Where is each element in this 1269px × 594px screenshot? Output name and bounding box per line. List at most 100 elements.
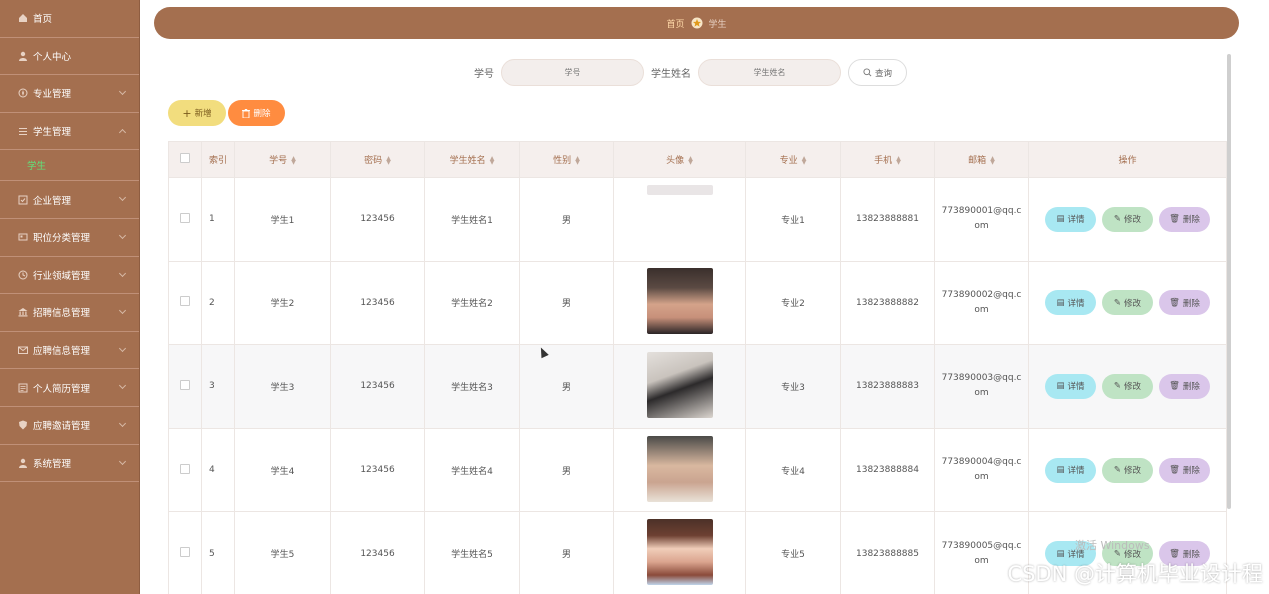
- document-icon: ▤: [1056, 297, 1065, 308]
- gender-cell: 男: [519, 344, 614, 429]
- mail-icon: [17, 345, 28, 356]
- chevron-down-icon: [118, 382, 127, 390]
- column-header[interactable]: 性别 ▲ ▼: [519, 141, 614, 178]
- edit-button[interactable]: ✎ 修改: [1102, 457, 1153, 483]
- delete-button[interactable]: 🗑 删除: [1159, 290, 1210, 316]
- detail-button[interactable]: ▤ 详情: [1045, 290, 1096, 316]
- sidebar-item-student[interactable]: 学生管理: [0, 113, 139, 151]
- student-no-cell: 学生3: [234, 344, 331, 429]
- name-cell: 学生姓名4: [424, 427, 520, 513]
- gender-cell: 男: [519, 427, 614, 513]
- add-button[interactable]: + 新增: [168, 100, 226, 126]
- column-header[interactable]: 密码 ▲ ▼: [330, 141, 425, 178]
- sidebar-item-job-category[interactable]: 职位分类管理: [0, 219, 139, 257]
- bank-icon: [17, 307, 28, 318]
- detail-button[interactable]: ▤ 详情: [1045, 206, 1096, 232]
- sidebar-item-home[interactable]: 首页: [0, 0, 139, 38]
- trash-icon: 🗑: [1169, 297, 1180, 308]
- trash-icon: 🗑: [1169, 381, 1180, 392]
- detail-button[interactable]: ▤ 详情: [1045, 373, 1096, 399]
- sidebar-subitem-student[interactable]: 学生: [0, 150, 139, 182]
- sort-icon[interactable]: ▲ ▼: [802, 155, 807, 165]
- column-header[interactable]: 头像 ▲ ▼: [613, 141, 746, 178]
- sidebar-item-system[interactable]: 系统管理: [0, 445, 139, 483]
- chevron-down-icon: [118, 269, 127, 277]
- edit-button[interactable]: ✎ 修改: [1102, 290, 1153, 316]
- avatar[interactable]: [646, 435, 713, 502]
- student-name-label: 学生姓名: [651, 69, 691, 80]
- sort-icon[interactable]: ▲ ▼: [575, 155, 580, 165]
- index-cell: 4: [201, 427, 235, 513]
- avatar-cell: [613, 427, 746, 513]
- sidebar-item-invitation[interactable]: 应聘邀请管理: [0, 407, 139, 445]
- scrollbar[interactable]: [1227, 54, 1231, 509]
- sidebar-item-label: 职位分类管理: [33, 233, 91, 245]
- phone-cell: 13823888882: [840, 260, 935, 346]
- breadcrumb-home[interactable]: 首页: [666, 17, 684, 30]
- edit-button[interactable]: ✎ 修改: [1102, 373, 1153, 399]
- sort-icon[interactable]: ▲ ▼: [896, 155, 901, 165]
- select-all-checkbox[interactable]: [180, 153, 190, 163]
- row-checkbox[interactable]: [180, 296, 190, 307]
- student-no-input[interactable]: [501, 59, 644, 86]
- query-button[interactable]: 查询: [848, 59, 907, 86]
- password-cell: 123456: [330, 427, 425, 513]
- chevron-down-icon: [118, 307, 127, 315]
- edit-button[interactable]: ✎ 修改: [1102, 206, 1153, 232]
- delete-button[interactable]: 🗑 删除: [1159, 373, 1210, 399]
- student-name-input[interactable]: [698, 59, 841, 86]
- avatar[interactable]: [646, 351, 713, 418]
- index-cell: 2: [201, 260, 235, 346]
- query-button-label: 查询: [874, 68, 892, 79]
- email-cell: 773890002@qq.c om: [934, 260, 1029, 346]
- row-checkbox[interactable]: [180, 547, 190, 558]
- card-icon: [17, 232, 28, 243]
- sort-icon[interactable]: ▲ ▼: [291, 155, 296, 165]
- column-header[interactable]: 专业 ▲ ▼: [745, 141, 841, 178]
- sort-icon[interactable]: ▲ ▼: [990, 155, 995, 165]
- student-no-cell: 学生2: [234, 260, 331, 346]
- sort-icon[interactable]: ▲ ▼: [490, 155, 495, 165]
- column-header[interactable]: 邮箱 ▲ ▼: [934, 141, 1029, 178]
- row-checkbox[interactable]: [180, 463, 190, 474]
- document-icon: ▤: [1056, 381, 1065, 392]
- student-no-label: 学号: [474, 69, 494, 80]
- sidebar-item-application[interactable]: 应聘信息管理: [0, 332, 139, 370]
- column-header[interactable]: 学号 ▲ ▼: [234, 141, 331, 178]
- chevron-down-icon: [118, 419, 127, 427]
- column-header[interactable]: 手机 ▲ ▼: [840, 141, 935, 178]
- trash-icon: [242, 108, 251, 118]
- delete-button[interactable]: 🗑 删除: [1159, 206, 1210, 232]
- batch-delete-button[interactable]: 删除: [228, 100, 285, 126]
- avatar[interactable]: [646, 184, 713, 195]
- detail-button[interactable]: ▤ 详情: [1045, 457, 1096, 483]
- sidebar-item-label: 应聘信息管理: [33, 346, 91, 358]
- sidebar-item-resume[interactable]: 个人简历管理: [0, 369, 139, 407]
- sidebar-item-industry[interactable]: 行业领域管理: [0, 257, 139, 295]
- pencil-icon: ✎: [1113, 214, 1122, 225]
- avatar[interactable]: [646, 268, 713, 335]
- major-cell: 专业3: [745, 344, 841, 429]
- sidebar-item-personal-center[interactable]: 个人中心: [0, 38, 139, 76]
- document-icon: ▤: [1056, 214, 1065, 225]
- sidebar-item-recruitment[interactable]: 招聘信息管理: [0, 294, 139, 332]
- sidebar-item-major[interactable]: 专业管理: [0, 75, 139, 113]
- sidebar-item-label: 个人中心: [33, 51, 72, 63]
- phone-cell: 13823888883: [840, 344, 935, 429]
- actions-cell: ▤ 详情 ✎ 修改 🗑 删除: [1028, 427, 1227, 513]
- row-checkbox[interactable]: [180, 379, 190, 390]
- sidebar-item-label: 应聘邀请管理: [33, 421, 91, 433]
- sidebar-item-enterprise[interactable]: 企业管理: [0, 181, 139, 219]
- sort-icon[interactable]: ▲ ▼: [688, 155, 693, 165]
- avatar-cell: [613, 344, 746, 429]
- major-cell: 专业2: [745, 260, 841, 346]
- major-cell: 专业5: [745, 511, 841, 594]
- sort-icon[interactable]: ▲ ▼: [386, 155, 391, 165]
- actions-cell: ▤ 详情 ✎ 修改 🗑 删除: [1028, 177, 1227, 262]
- delete-button[interactable]: 🗑 删除: [1159, 457, 1210, 483]
- table-row: 2 学生2 123456 学生姓名2 男 专业2 13823888882 773…: [168, 260, 1227, 346]
- column-header[interactable]: 学生姓名 ▲ ▼: [424, 141, 520, 178]
- avatar[interactable]: [646, 519, 713, 586]
- row-checkbox[interactable]: [180, 212, 190, 223]
- phone-cell: 13823888885: [840, 511, 935, 594]
